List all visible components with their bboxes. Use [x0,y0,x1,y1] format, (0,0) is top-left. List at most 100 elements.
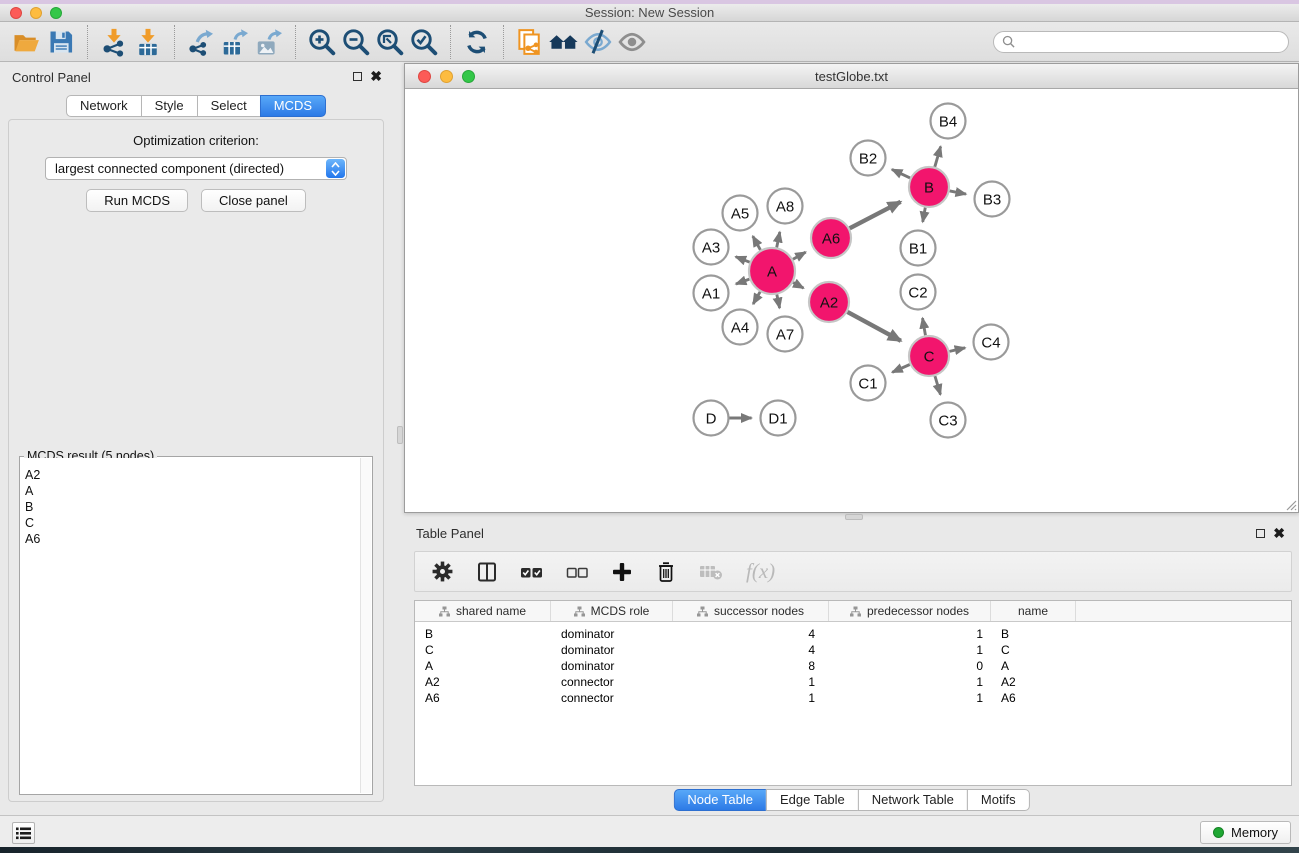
export-image-button[interactable] [252,25,286,59]
add-column-button[interactable] [611,561,633,583]
show-graphics-details-button[interactable] [615,25,649,59]
column-settings-button[interactable] [431,560,454,583]
tab-network[interactable]: Network [66,95,142,117]
criterion-dropdown[interactable]: largest connected component (directed) [45,157,347,180]
import-network-button[interactable] [97,25,131,59]
export-network-button[interactable] [184,25,218,59]
graph-edge-C-C4[interactable] [949,348,965,352]
table-row[interactable]: A2connector11A2 [415,674,1291,690]
node-table: shared name MCDS role successor nodes pr… [414,600,1292,786]
tab-node-table[interactable]: Node Table [673,789,767,811]
column-header-successor-nodes[interactable]: successor nodes [673,601,829,621]
graph-edge-A-A2[interactable] [793,282,803,288]
minimize-window-button[interactable] [30,7,42,19]
mcds-result-item[interactable]: B [21,499,360,515]
network-window-title: testGlobe.txt [405,69,1298,84]
refresh-view-button[interactable] [460,25,494,59]
table-row[interactable]: Adominator80A [415,658,1291,674]
search-field[interactable] [993,31,1289,53]
graph-node-label: B2 [859,150,877,167]
delete-column-button[interactable] [655,561,677,583]
network-overview-button[interactable] [513,25,547,59]
column-header-predecessor-nodes[interactable]: predecessor nodes [829,601,991,621]
mcds-result-item[interactable]: A2 [21,467,360,483]
graph-edge-A-A4[interactable] [753,292,760,304]
save-session-button[interactable] [44,25,78,59]
graph-edge-A-A6[interactable] [793,252,806,259]
table-row[interactable]: Cdominator41C [415,642,1291,658]
vertical-splitter-handle[interactable] [397,426,403,444]
toggle-columns-button[interactable] [476,561,498,583]
home-button[interactable] [547,25,581,59]
mcds-result-list[interactable]: A2ABCA6 [21,458,360,793]
table-row[interactable]: Bdominator41B [415,626,1291,642]
function-builder-button[interactable]: f(x) [746,559,775,584]
import-table-button[interactable] [131,25,165,59]
network-view-window: testGlobe.txt B4B2BB3A5A8A6A3B1AA1C2A2A4… [404,63,1299,513]
network-canvas[interactable]: B4B2BB3A5A8A6A3B1AA1C2A2A4A7C4CC1C3DD1 [405,89,1298,512]
table-row[interactable]: A6connector11A6 [415,690,1291,706]
search-input[interactable] [1020,35,1280,49]
graph-edge-A-A8[interactable] [777,232,780,247]
graph-edge-A-A1[interactable] [736,279,749,284]
tab-mcds[interactable]: MCDS [260,95,326,117]
graph-edge-A6-B[interactable] [850,202,901,229]
open-session-button[interactable] [10,25,44,59]
float-panel-icon[interactable] [353,72,362,81]
graph-edge-C-C2[interactable] [922,318,925,335]
mcds-result-scrollbar[interactable] [360,458,371,793]
close-window-button[interactable] [10,7,22,19]
run-mcds-button[interactable]: Run MCDS [86,189,188,212]
float-table-panel-icon[interactable] [1256,529,1265,538]
graph-edge-C-C1[interactable] [892,364,910,372]
table-cell: A6 [991,691,1076,705]
resize-grip-icon[interactable] [1283,497,1297,511]
column-header-mcds-role[interactable]: MCDS role [551,601,673,621]
graph-edge-A2-C[interactable] [847,312,900,341]
graph-edge-B-B4[interactable] [935,146,941,166]
zoom-in-button[interactable] [305,25,339,59]
select-all-button[interactable] [520,561,544,583]
tab-edge-table[interactable]: Edge Table [766,789,859,811]
network-window-titlebar[interactable]: testGlobe.txt [405,64,1298,89]
zoom-window-button[interactable] [50,7,62,19]
minimize-network-button[interactable] [440,70,453,83]
mcds-result-item[interactable]: A [21,483,360,499]
window-titlebar[interactable]: Session: New Session [0,4,1299,22]
graph-node-label: A [767,263,777,280]
hide-graphics-details-button[interactable] [581,25,615,59]
deselect-all-button[interactable] [566,561,589,583]
tab-network-table[interactable]: Network Table [858,789,968,811]
graph-edge-C-C3[interactable] [935,376,940,394]
mcds-result-item[interactable]: C [21,515,360,531]
zoom-out-button[interactable] [339,25,373,59]
task-history-button[interactable] [12,822,35,844]
column-header-name[interactable]: name [991,601,1076,621]
mcds-result-item[interactable]: A6 [21,531,360,547]
delete-table-button[interactable] [699,562,724,582]
close-panel-icon[interactable]: ✖ [370,71,382,81]
tab-motifs[interactable]: Motifs [967,789,1030,811]
graph-node-label: B3 [983,191,1001,208]
close-network-button[interactable] [418,70,431,83]
graph-edge-A-A5[interactable] [753,236,761,250]
export-table-button[interactable] [218,25,252,59]
graph-edge-B-B3[interactable] [950,191,966,194]
node-table-header: shared name MCDS role successor nodes pr… [415,601,1291,622]
column-header-shared-name[interactable]: shared name [415,601,551,621]
graph-edge-B-B1[interactable] [923,208,926,222]
memory-button[interactable]: Memory [1200,821,1291,844]
tab-style[interactable]: Style [141,95,198,117]
network-graph[interactable]: B4B2BB3A5A8A6A3B1AA1C2A2A4A7C4CC1C3DD1 [405,89,1298,512]
zoom-fit-button[interactable] [373,25,407,59]
table-cell: A6 [415,691,551,705]
graph-edge-A-A3[interactable] [736,257,750,263]
table-cell: C [415,643,551,657]
graph-edge-B-B2[interactable] [892,169,910,178]
close-panel-button[interactable]: Close panel [201,189,306,212]
tab-select[interactable]: Select [197,95,261,117]
zoom-selected-button[interactable] [407,25,441,59]
zoom-network-button[interactable] [462,70,475,83]
close-table-panel-icon[interactable]: ✖ [1273,528,1285,538]
graph-edge-A-A7[interactable] [777,295,780,309]
